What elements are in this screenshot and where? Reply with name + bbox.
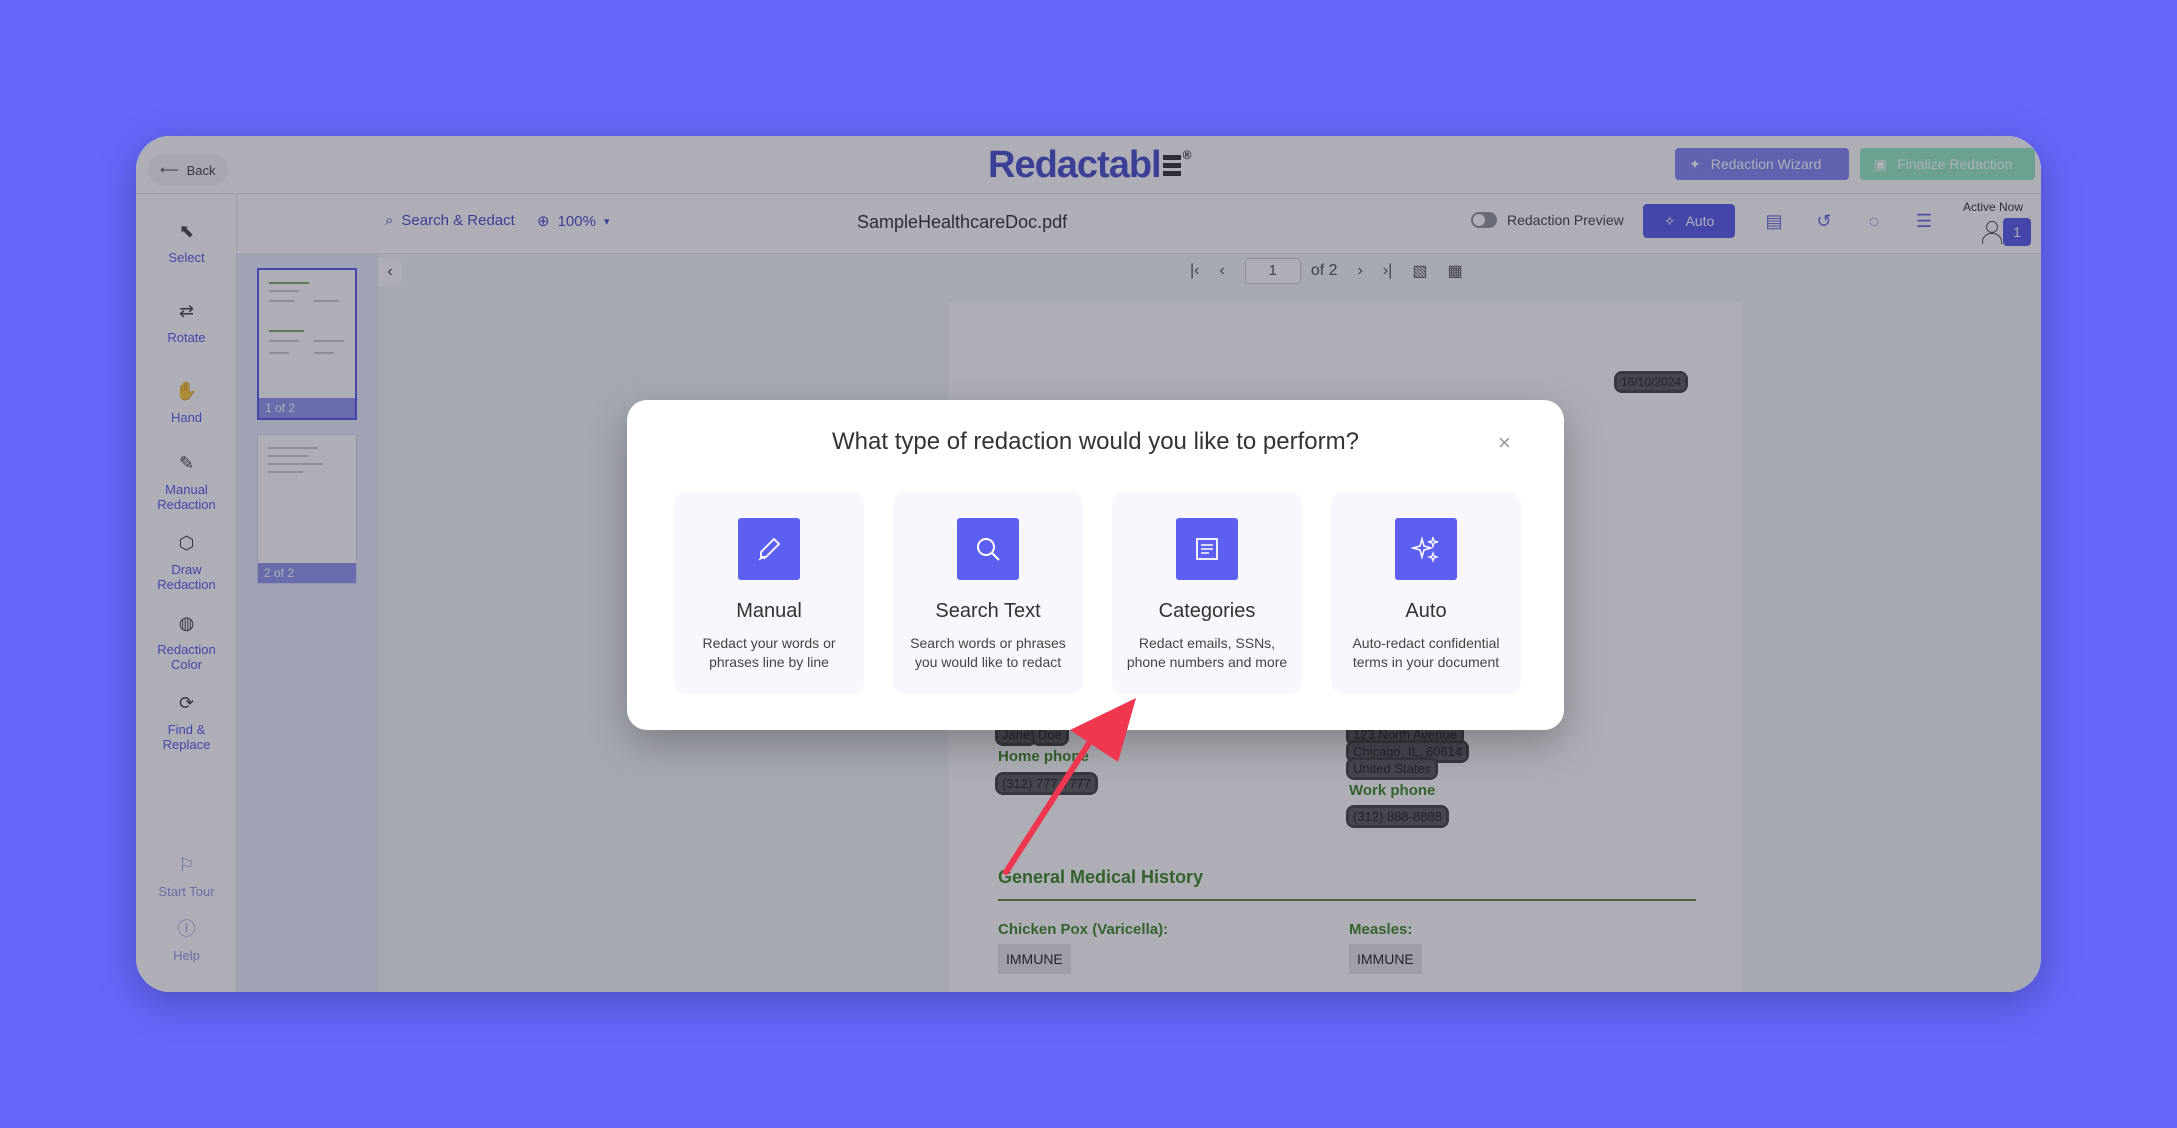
document-list-icon xyxy=(1176,518,1238,580)
redaction-type-modal: What type of redaction would you like to… xyxy=(627,400,1564,730)
pen-icon xyxy=(738,518,800,580)
modal-title: What type of redaction would you like to… xyxy=(832,428,1359,455)
sparkles-icon xyxy=(1395,518,1457,580)
option-auto[interactable]: Auto Auto-redact confidential terms in y… xyxy=(1331,492,1521,694)
search-icon xyxy=(957,518,1019,580)
close-icon[interactable]: × xyxy=(1498,430,1511,456)
annotation-arrow xyxy=(1003,698,1136,875)
option-manual[interactable]: Manual Redact your words or phrases line… xyxy=(674,492,864,694)
option-categories[interactable]: Categories Redact emails, SSNs, phone nu… xyxy=(1112,492,1302,694)
option-search-text[interactable]: Search Text Search words or phrases you … xyxy=(893,492,1083,694)
